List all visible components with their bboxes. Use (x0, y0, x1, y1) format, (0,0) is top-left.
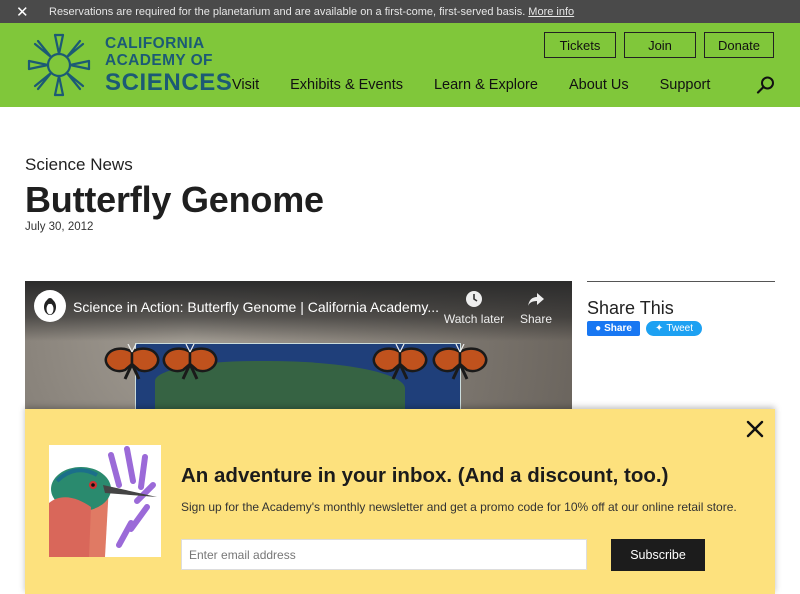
twitter-bird-icon: ✦ (654, 323, 664, 334)
page-title: Butterfly Genome (25, 179, 324, 220)
article-kicker[interactable]: Science News (25, 155, 133, 175)
top-buttons: Tickets Join Donate (544, 32, 774, 58)
tickets-button[interactable]: Tickets (544, 32, 616, 58)
butterfly-icon (372, 344, 428, 380)
search-icon[interactable] (756, 75, 776, 95)
video-title[interactable]: Science in Action: Butterfly Genome | Ca… (73, 299, 439, 315)
logo-line-2: ACADEMY OF (105, 52, 213, 69)
watch-later-button[interactable]: Watch later (443, 290, 505, 326)
site-header: CALIFORNIA ACADEMY OF SCIENCES Tickets J… (0, 23, 800, 107)
channel-avatar[interactable] (34, 290, 66, 322)
starburst-logo-icon (27, 33, 91, 97)
nav-item-exhibits-events[interactable]: Exhibits & Events (290, 77, 403, 93)
share-arrow-icon (515, 290, 557, 312)
alert-bar: ✕ Reservations are required for the plan… (0, 0, 800, 23)
alert-message: Reservations are required for the planet… (49, 5, 526, 18)
more-info-link[interactable]: More info (528, 6, 574, 18)
close-icon[interactable]: ✕ (16, 3, 44, 21)
main-nav: Visit Exhibits & Events Learn & Explore … (232, 77, 741, 93)
close-icon[interactable] (745, 419, 765, 439)
join-button[interactable]: Join (624, 32, 696, 58)
subscribe-button[interactable]: Subscribe (611, 539, 705, 571)
email-field[interactable] (181, 539, 587, 570)
video-share-label: Share (519, 312, 553, 326)
donate-button[interactable]: Donate (704, 32, 774, 58)
newsletter-subtext: Sign up for the Academy's monthly newsle… (181, 500, 737, 514)
bird-illustration (49, 445, 161, 557)
twitter-tweet-button[interactable]: ✦ Tweet (646, 321, 702, 336)
nav-item-learn-explore[interactable]: Learn & Explore (434, 77, 538, 93)
facebook-share-button[interactable]: ● Share (587, 321, 640, 336)
penguin-icon (44, 298, 56, 315)
academy-logo[interactable]: CALIFORNIA ACADEMY OF SCIENCES (25, 31, 233, 99)
butterfly-icon (162, 344, 218, 380)
video-player[interactable]: Science in Action: Butterfly Genome | Ca… (25, 281, 572, 411)
share-heading: Share This (587, 298, 674, 318)
article-date: July 30, 2012 (25, 221, 94, 233)
nav-item-visit[interactable]: Visit (232, 77, 259, 93)
newsletter-heading: An adventure in your inbox. (And a disco… (181, 464, 669, 487)
watch-later-label: Watch later (443, 312, 505, 326)
tweet-label: Tweet (666, 323, 694, 334)
butterfly-icon (432, 344, 488, 380)
logo-line-3: SCIENCES (105, 68, 233, 96)
facebook-icon: ● (595, 323, 602, 334)
nav-item-about-us[interactable]: About Us (569, 77, 629, 93)
nav-item-support[interactable]: Support (660, 77, 711, 93)
butterfly-icon (104, 344, 160, 380)
logo-line-1: CALIFORNIA (105, 34, 205, 52)
clock-icon (443, 290, 505, 312)
facebook-share-label: Share (604, 323, 632, 334)
share-divider (587, 281, 775, 282)
video-share-button[interactable]: Share (515, 290, 557, 326)
newsletter-modal: An adventure in your inbox. (And a disco… (25, 409, 775, 594)
